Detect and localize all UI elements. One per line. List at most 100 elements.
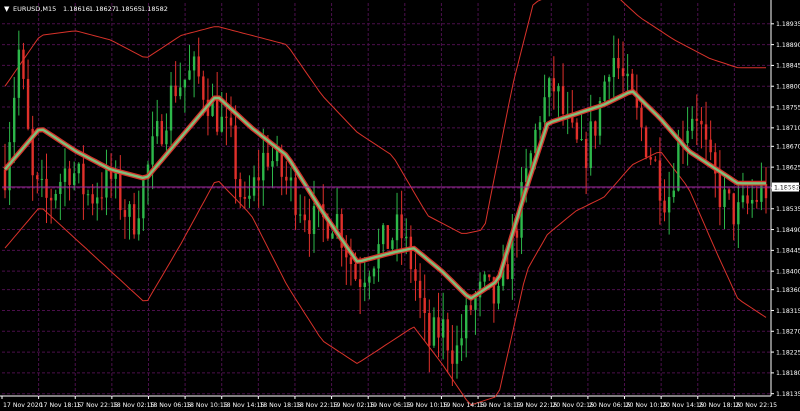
bear-candle bbox=[561, 86, 565, 114]
bear-candle bbox=[584, 139, 588, 168]
bull-candle bbox=[405, 236, 408, 239]
bear-candle bbox=[644, 127, 648, 158]
bear-candle bbox=[414, 269, 417, 281]
price-tick-label: 1.18315 bbox=[776, 308, 800, 315]
bear-candle bbox=[621, 68, 625, 77]
price-tick-label: 1.18670 bbox=[776, 144, 800, 151]
price-tick-label: 1.18360 bbox=[776, 287, 800, 294]
bull-candle bbox=[432, 317, 436, 346]
bear-candle bbox=[640, 107, 643, 128]
bull-candle bbox=[474, 297, 477, 310]
bull-candle bbox=[248, 195, 251, 199]
chart-header-low: 1.18565 bbox=[115, 5, 142, 13]
chart-header-close: 1.18582 bbox=[141, 5, 168, 13]
bull-candle bbox=[165, 130, 168, 145]
bull-candle bbox=[381, 225, 385, 245]
bear-candle bbox=[423, 297, 426, 314]
bull-candle bbox=[441, 319, 445, 338]
bear-candle bbox=[437, 317, 440, 338]
time-tick-label: 17 Nov 18:15 bbox=[40, 402, 82, 409]
time-tick-label: 18 Nov 14:15 bbox=[223, 402, 265, 409]
bear-candle bbox=[119, 171, 122, 211]
bull-candle bbox=[534, 129, 537, 154]
bull-candle bbox=[603, 81, 606, 101]
bull-candle bbox=[750, 199, 754, 204]
time-tick-label: 19 Nov 14:15 bbox=[442, 402, 484, 409]
bull-candle bbox=[686, 130, 689, 144]
bull-candle bbox=[192, 56, 196, 71]
time-tick-label: 17 Nov 2020 bbox=[3, 402, 43, 409]
time-tick-label: 20 Nov 14:15 bbox=[662, 402, 704, 409]
price-tick-label: 1.18490 bbox=[776, 227, 800, 234]
time-tick-label: 18 Nov 22:15 bbox=[296, 402, 338, 409]
bull-candle bbox=[612, 57, 615, 78]
bear-candle bbox=[266, 152, 270, 167]
bull-candle bbox=[262, 152, 265, 181]
price-tick-label: 1.18400 bbox=[776, 268, 800, 275]
time-tick-label: 20 Nov 22:15 bbox=[735, 402, 777, 409]
price-tick-label: 1.18755 bbox=[776, 104, 800, 111]
bull-candle bbox=[169, 85, 173, 131]
bear-candle bbox=[123, 210, 127, 217]
bear-candle bbox=[294, 177, 297, 215]
price-tick-label: 1.18625 bbox=[776, 164, 800, 171]
time-tick-label: 20 Nov 02:15 bbox=[552, 402, 594, 409]
bull-candle bbox=[271, 161, 274, 167]
bull-candle bbox=[96, 197, 99, 204]
bull-candle bbox=[372, 268, 376, 277]
price-chart[interactable]: 1.18582 1.18935 1.18890 1.18845 1.18800 1.18… bbox=[0, 0, 800, 411]
bear-candle bbox=[649, 157, 652, 160]
bear-candle bbox=[428, 313, 431, 346]
bull-candle bbox=[72, 173, 76, 185]
time-tick-label: 18 Nov 10:15 bbox=[186, 402, 228, 409]
bear-candle bbox=[400, 214, 403, 239]
bear-candle bbox=[285, 176, 288, 181]
bear-candle bbox=[49, 197, 53, 201]
bull-candle bbox=[538, 122, 542, 130]
price-tick-label: 1.18135 bbox=[776, 391, 800, 398]
bear-candle bbox=[36, 175, 39, 180]
bull-candle bbox=[17, 49, 21, 98]
bull-candle bbox=[128, 204, 131, 217]
bear-candle bbox=[663, 200, 666, 213]
bear-candle bbox=[746, 195, 749, 204]
bull-candle bbox=[607, 77, 611, 82]
bear-candle bbox=[243, 197, 247, 199]
price-tick-label: 1.18845 bbox=[776, 63, 800, 70]
bull-candle bbox=[455, 345, 459, 364]
bull-candle bbox=[86, 194, 90, 196]
bull-candle bbox=[460, 338, 463, 346]
price-tick-label: 1.18535 bbox=[776, 206, 800, 213]
bull-candle bbox=[179, 87, 182, 97]
bull-candle bbox=[737, 202, 740, 225]
bear-candle bbox=[451, 350, 454, 364]
bull-candle bbox=[77, 163, 80, 174]
bull-candle bbox=[548, 78, 551, 98]
bear-candle bbox=[732, 193, 735, 225]
bull-candle bbox=[289, 177, 293, 181]
time-tick-label: 19 Nov 10:15 bbox=[406, 402, 448, 409]
bull-candle bbox=[741, 195, 745, 203]
bear-candle bbox=[354, 264, 357, 280]
bull-candle bbox=[183, 79, 187, 88]
bull-candle bbox=[557, 86, 560, 92]
bull-candle bbox=[543, 97, 546, 123]
time-tick-label: 18 Nov 06:15 bbox=[149, 402, 191, 409]
price-tick-label: 1.18180 bbox=[776, 370, 800, 377]
bull-candle bbox=[465, 305, 468, 339]
bear-candle bbox=[22, 49, 25, 79]
bear-candle bbox=[303, 214, 306, 221]
bull-candle bbox=[188, 70, 191, 80]
time-tick-label: 20 Nov 10:15 bbox=[626, 402, 668, 409]
price-tick-label: 1.18225 bbox=[776, 349, 800, 356]
bull-candle bbox=[331, 233, 334, 239]
bull-candle bbox=[589, 121, 592, 168]
bear-candle bbox=[488, 274, 491, 278]
bear-candle bbox=[234, 125, 237, 180]
time-tick-label: 20 Nov 18:15 bbox=[699, 402, 741, 409]
bear-candle bbox=[409, 236, 413, 270]
bull-candle bbox=[691, 118, 694, 131]
collapse-triangle-icon[interactable]: ▼ bbox=[4, 5, 10, 13]
bear-candle bbox=[197, 56, 200, 77]
bear-candle bbox=[704, 124, 708, 140]
